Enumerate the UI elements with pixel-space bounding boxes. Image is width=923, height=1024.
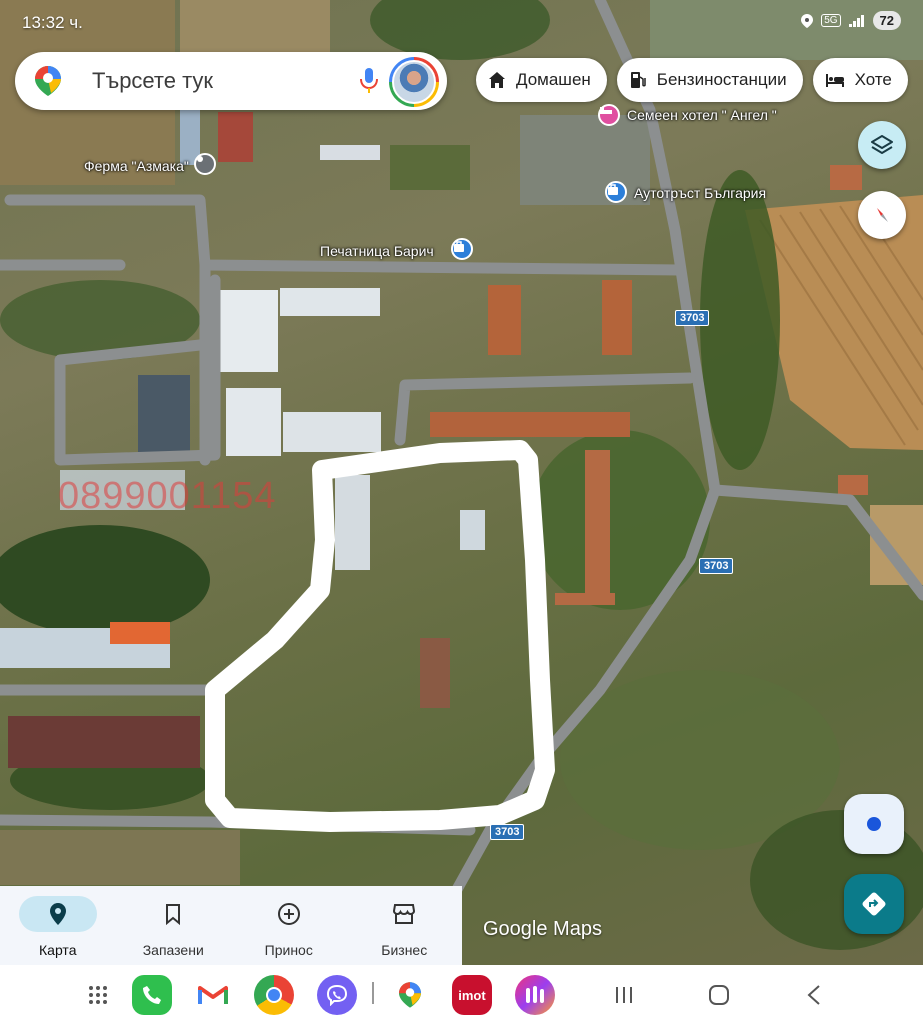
chip-home[interactable]: Домашен <box>476 58 607 102</box>
nav-business[interactable]: Бизнес <box>347 886 463 965</box>
poi-marker-pechatnica[interactable] <box>451 238 473 260</box>
my-location-button[interactable] <box>844 794 904 854</box>
search-bar[interactable]: Търсете тук <box>15 52 447 110</box>
compass-icon <box>877 208 888 222</box>
road-number-shield: 3703 <box>490 824 525 840</box>
chip-label: Бензиностанции <box>656 70 787 89</box>
chip-gas-stations[interactable]: Бензиностанции <box>616 58 803 102</box>
apps-grid-icon <box>89 986 107 1004</box>
nav-label: Запазени <box>142 942 204 958</box>
app-icon <box>526 986 544 1003</box>
poi-marker-avtotrast[interactable] <box>605 181 627 203</box>
bookmark-icon <box>166 904 181 925</box>
maps-icon <box>399 982 421 1008</box>
recents-button[interactable] <box>604 975 644 1015</box>
gmail-icon <box>198 986 228 1004</box>
poi-label-ferma[interactable]: Ферма "Азмака" <box>84 158 189 174</box>
dock-separator <box>372 982 374 1004</box>
back-button[interactable] <box>794 975 834 1015</box>
home-circle-icon <box>709 985 729 1005</box>
road-number-shield: 3703 <box>699 558 734 574</box>
phone-icon <box>143 986 161 1004</box>
bottom-navigation: Карта Запазени Принос Бизнес <box>0 886 462 965</box>
home-icon <box>489 72 505 88</box>
bed-icon <box>600 107 612 114</box>
app-shortcut[interactable] <box>515 975 555 1015</box>
recents-icon <box>616 987 632 1003</box>
gmail-app[interactable] <box>193 975 233 1015</box>
compass-button[interactable] <box>858 191 906 239</box>
microphone-icon[interactable] <box>356 67 382 95</box>
maps-app[interactable] <box>390 975 430 1015</box>
nav-label: Карта <box>39 942 77 958</box>
gas-station-icon <box>630 72 646 88</box>
add-circle-icon <box>277 903 300 925</box>
directions-button[interactable] <box>844 874 904 934</box>
chrome-icon <box>266 987 282 1003</box>
nav-explore[interactable]: Карта <box>0 886 116 965</box>
poi-marker-ferma[interactable] <box>194 153 216 175</box>
chrome-app[interactable] <box>254 975 294 1015</box>
map-pin-icon <box>49 903 66 925</box>
poi-label-avtotrast[interactable]: Аутотръст България <box>634 185 766 201</box>
poi-label-hotel[interactable]: Семеен хотел " Ангел " <box>627 107 777 123</box>
nav-label: Бизнес <box>381 942 428 958</box>
network-type: 5G <box>821 14 841 27</box>
android-dock: imot <box>0 965 923 1024</box>
chip-label: Хоте <box>854 70 892 89</box>
imot-icon: imot <box>458 987 486 1003</box>
chip-label: Домашен <box>516 70 591 89</box>
phone-watermark: 0899001154 <box>58 475 277 517</box>
nav-saved[interactable]: Запазени <box>116 886 232 965</box>
road-number-shield: 3703 <box>675 310 710 326</box>
signal-icon <box>848 14 864 27</box>
account-avatar[interactable] <box>389 57 439 107</box>
poi-label-pechatnica[interactable]: Печатница Барич <box>320 243 434 259</box>
directions-icon <box>862 892 886 916</box>
apps-grid-button[interactable] <box>78 975 118 1015</box>
store-icon <box>393 904 416 924</box>
status-bar: 13:32 ч. 5G 72 <box>0 0 923 46</box>
google-maps-attribution: Google Maps <box>483 918 602 940</box>
home-button[interactable] <box>699 975 739 1015</box>
location-status-icon <box>801 13 814 28</box>
satellite-map[interactable]: Ферма "Азмака" Семеен хотел " Ангел " Ау… <box>0 0 923 965</box>
search-input[interactable]: Търсете тук <box>92 68 213 94</box>
back-icon <box>807 985 820 1005</box>
viber-icon <box>326 984 348 1006</box>
poi-marker-hotel[interactable] <box>598 104 620 126</box>
viber-app[interactable] <box>317 975 357 1015</box>
hotel-icon <box>825 74 844 87</box>
nav-contribute[interactable]: Принос <box>231 886 347 965</box>
my-location-icon <box>867 817 881 831</box>
nav-label: Принос <box>264 942 313 958</box>
google-maps-logo-icon <box>35 66 61 96</box>
shopping-bag-icon <box>608 184 618 195</box>
battery-level: 72 <box>872 11 901 30</box>
category-chips: Домашен Бензиностанции Хоте <box>476 58 908 102</box>
chip-hotels[interactable]: Хоте <box>812 58 908 102</box>
status-time: 13:32 ч. <box>22 13 83 32</box>
layers-button[interactable] <box>858 121 906 169</box>
dot-icon <box>197 156 203 162</box>
layers-icon <box>871 135 893 154</box>
phone-app[interactable] <box>132 975 172 1015</box>
shopping-bag-icon <box>454 241 464 252</box>
imot-app[interactable]: imot <box>452 975 492 1015</box>
